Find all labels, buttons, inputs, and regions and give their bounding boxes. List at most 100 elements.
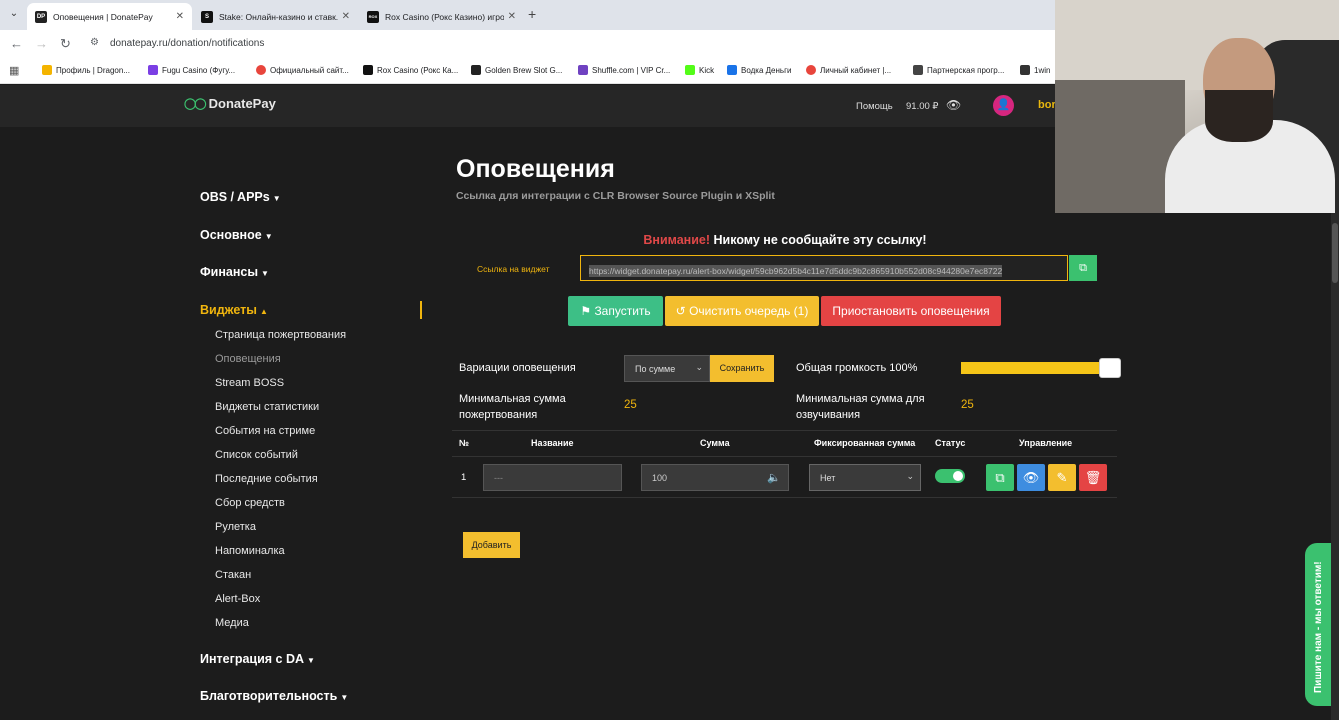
back-icon[interactable]: ← <box>10 36 23 51</box>
sidebar-item-roulette[interactable]: Рулетка <box>215 521 256 533</box>
page-scrollbar[interactable] <box>1331 213 1339 720</box>
site-info-icon[interactable]: ⚙ <box>90 37 99 48</box>
bookmark-item[interactable]: Официальный сайт... <box>256 65 349 75</box>
fixed-sum-select[interactable]: Нет ⌄ <box>809 464 921 491</box>
sidebar-section-widgets[interactable]: Виджеты ▲ <box>200 303 268 317</box>
start-button[interactable]: ⚑ Запустить <box>568 296 663 326</box>
sidebar-section-main[interactable]: Основное ▼ <box>200 228 273 242</box>
bookmark-item[interactable]: Fugu Casino (Фугу... <box>148 65 235 75</box>
bookmark-item[interactable]: Партнерская прогр... <box>913 65 1004 75</box>
volume-handle[interactable] <box>1099 358 1121 378</box>
sidebar-item-notifications[interactable]: Оповещения <box>215 353 281 365</box>
clear-queue-button[interactable]: ↺ Очистить очередь (1) <box>665 296 819 326</box>
min-donation-label: Минимальная сумма пожертвования <box>459 393 566 421</box>
bookmark-item[interactable]: Rox Casino (Рокс Ка... <box>363 65 458 75</box>
table-divider <box>452 430 1117 431</box>
bookmark-item[interactable]: Личный кабинет |... <box>806 65 891 75</box>
trash-icon: 🗑 <box>1084 470 1102 485</box>
bookmark-item[interactable]: Kick <box>685 65 714 75</box>
chevron-up-icon: ▲ <box>259 307 268 316</box>
sidebar-item-glass[interactable]: Стакан <box>215 569 251 581</box>
sidebar-item-donation-page[interactable]: Страница пожертвования <box>215 329 346 341</box>
sidebar-active-indicator <box>420 301 422 319</box>
volume-slider[interactable] <box>961 358 1121 378</box>
chat-widget-tab[interactable]: Пишите нам - мы ответим! <box>1305 543 1331 706</box>
sidebar-item-event-list[interactable]: Список событий <box>215 449 298 461</box>
username[interactable]: bor <box>1038 99 1056 111</box>
copy-link-button[interactable]: ⧉ <box>1069 255 1097 281</box>
sidebar-item-stream-events[interactable]: События на стриме <box>215 425 315 437</box>
apps-grid-icon[interactable]: ▦ <box>9 64 19 77</box>
sidebar-section-da-integration[interactable]: Интеграция с DA ▼ <box>200 652 315 666</box>
widget-link-value: https://widget.donatepay.ru/alert-box/wi… <box>589 265 1003 277</box>
min-voice-value[interactable]: 25 <box>961 399 974 411</box>
sidebar-item-alert-box[interactable]: Alert-Box <box>215 593 260 605</box>
help-link[interactable]: Помощь <box>856 101 893 112</box>
balance-text: 91.00 ₽ <box>906 101 939 112</box>
reload-icon[interactable]: ↻ <box>60 36 71 52</box>
sidebar-item-media[interactable]: Медиа <box>215 617 249 629</box>
tab-search-icon[interactable]: ⌄ <box>5 5 23 23</box>
bookmark-item[interactable]: Shuffle.com | VIP Cr... <box>578 65 670 75</box>
bookmark-favicon-icon <box>363 65 373 75</box>
sidebar-item-stream-boss[interactable]: Stream BOSS <box>215 377 284 389</box>
row-number: 1 <box>461 472 467 483</box>
sidebar-item-recent-events[interactable]: Последние события <box>215 473 318 485</box>
min-voice-label: Минимальная сумма для озвучивания <box>796 393 925 421</box>
tab-title: Оповещения | DonatePay <box>53 11 153 22</box>
bookmark-item[interactable]: Golden Brew Slot G... <box>471 65 562 75</box>
warning-label: Внимание! <box>643 233 711 247</box>
bookmark-item[interactable]: Водка Деньги <box>727 65 791 75</box>
bookmark-favicon-icon <box>578 65 588 75</box>
url-field[interactable]: donatepay.ru/donation/notifications <box>110 38 264 49</box>
table-header-name: Название <box>531 438 574 448</box>
alert-name-input[interactable]: --- <box>483 464 622 491</box>
eye-icon[interactable]: 👁 <box>946 98 961 112</box>
forward-icon[interactable]: → <box>35 36 48 51</box>
chevron-down-icon: ⌄ <box>695 362 703 372</box>
status-toggle[interactable] <box>935 469 965 483</box>
add-button[interactable]: Добавить <box>463 532 520 558</box>
duplicate-button[interactable]: ⧉ <box>986 464 1014 491</box>
sidebar-item-reminder[interactable]: Напоминалка <box>215 545 285 557</box>
edit-button[interactable]: ✎ <box>1048 464 1076 491</box>
sidebar-item-fundraising[interactable]: Сбор средств <box>215 497 285 509</box>
tab-title: Rox Casino (Рокс Казино) игро... <box>385 11 504 22</box>
sidebar-section-charity[interactable]: Благотворительность ▼ <box>200 689 348 703</box>
browser-tab-stake[interactable]: S Stake: Онлайн-казино и ставк... ✕ <box>193 3 358 30</box>
volume-fill <box>961 362 1119 374</box>
preview-button[interactable]: 👁 <box>1017 464 1045 491</box>
chat-widget-label: Пишите нам - мы ответим! <box>1313 561 1324 693</box>
browser-tab-donatepay[interactable]: DP Оповещения | DonatePay ✕ <box>27 3 192 30</box>
flag-icon: ⚑ <box>580 304 592 318</box>
pause-notifications-button[interactable]: Приостановить оповещения <box>821 296 1001 326</box>
sidebar-section-obs[interactable]: OBS / APPs ▼ <box>200 190 281 204</box>
avatar[interactable]: 👤 <box>993 95 1014 116</box>
browser-tab-rox[interactable]: ROX Rox Casino (Рокс Казино) игро... ✕ <box>359 3 524 30</box>
copy-icon: ⧉ <box>995 470 1005 485</box>
scrollbar-thumb[interactable] <box>1332 223 1338 283</box>
delete-button[interactable]: 🗑 <box>1079 464 1107 491</box>
chevron-down-icon: ▼ <box>261 269 269 278</box>
chevron-down-icon: ⌄ <box>906 471 914 481</box>
widget-link-field[interactable]: https://widget.donatepay.ru/alert-box/wi… <box>580 255 1068 281</box>
bookmark-favicon-icon <box>685 65 695 75</box>
table-header-sum: Сумма <box>700 438 730 448</box>
new-tab-button[interactable]: + <box>528 6 536 22</box>
close-icon[interactable]: ✕ <box>508 11 516 22</box>
min-donation-value[interactable]: 25 <box>624 399 637 411</box>
bookmark-item[interactable]: 1win <box>1020 65 1050 75</box>
close-icon[interactable]: ✕ <box>342 11 350 22</box>
sidebar-section-finance[interactable]: Финансы ▼ <box>200 265 269 279</box>
save-button[interactable]: Сохранить <box>710 355 774 382</box>
sidebar-item-stats-widgets[interactable]: Виджеты статистики <box>215 401 319 413</box>
speaker-icon[interactable]: 🔈 <box>767 471 781 484</box>
variation-select[interactable]: По сумме ⌄ <box>624 355 710 382</box>
alert-sum-input[interactable]: 100 🔈 <box>641 464 789 491</box>
bookmark-favicon-icon <box>42 65 52 75</box>
bookmark-item[interactable]: Профиль | Dragon... <box>42 65 130 75</box>
table-header-actions: Управление <box>1019 438 1073 448</box>
bookmark-favicon-icon <box>471 65 481 75</box>
donatepay-logo[interactable]: ◯◯ DonatePay <box>184 96 276 111</box>
close-icon[interactable]: ✕ <box>176 11 184 22</box>
